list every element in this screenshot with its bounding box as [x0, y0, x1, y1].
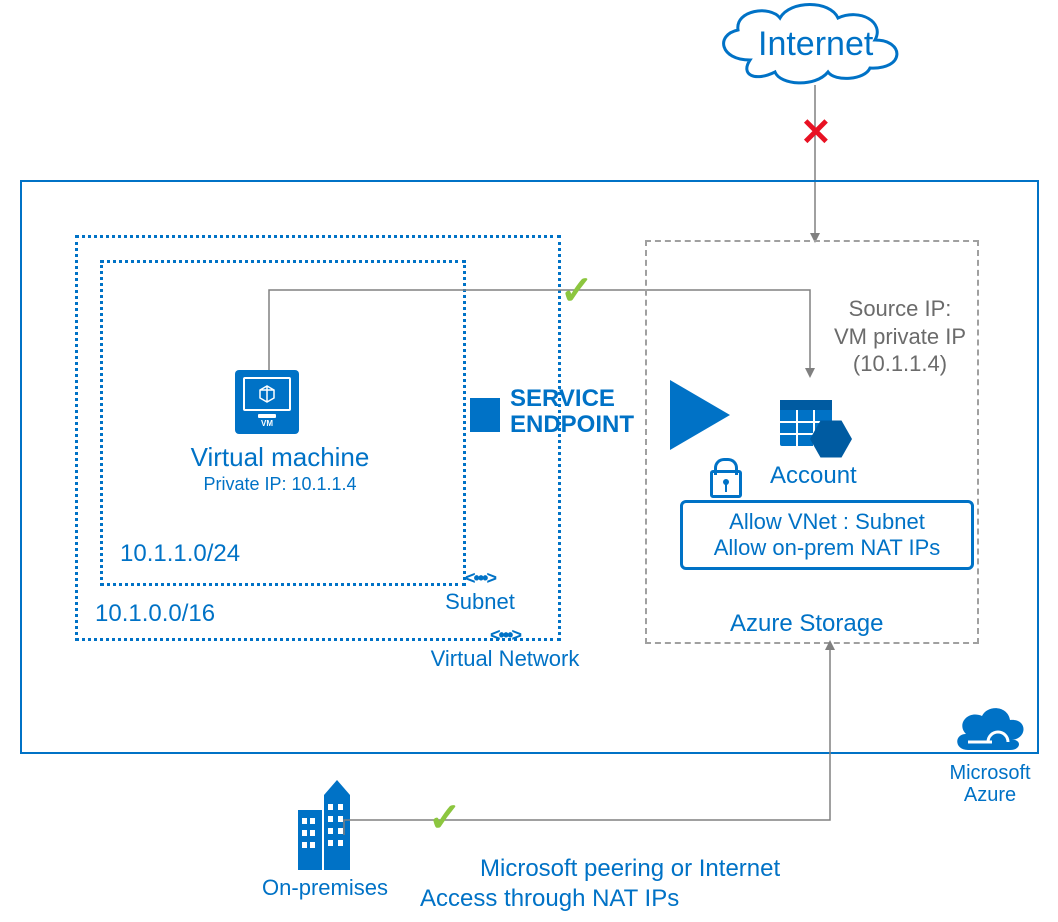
onprem-label: On-premises — [260, 875, 390, 901]
service-endpoint-l2: ENDPOINT — [510, 411, 634, 438]
peering-l1: Microsoft peering or Internet — [480, 855, 780, 882]
rule-l1: Allow VNet : Subnet — [697, 509, 957, 535]
account-label: Account — [770, 462, 857, 490]
subnet-cidr: 10.1.1.0/24 — [120, 540, 240, 568]
azure-brand-line2: Azure — [964, 784, 1016, 806]
service-endpoint-l1: SERVICE — [510, 385, 615, 412]
onprem-to-storage-line — [340, 640, 850, 840]
source-ip-l3: (10.1.1.4) — [853, 351, 947, 376]
rule-l2: Allow on-prem NAT IPs — [697, 535, 957, 561]
check-icon: ✓ — [560, 268, 594, 314]
peering-text: Microsoft peering or Internet — [480, 855, 780, 884]
cross-icon: ✕ — [800, 110, 832, 155]
source-ip-l2: VM private IP — [834, 324, 966, 349]
peering-l2: Access through NAT IPs — [420, 885, 679, 913]
subnet-icon-block: <•••> Subnet — [430, 568, 530, 615]
storage-label: Azure Storage — [730, 610, 883, 638]
storage-account-icon — [780, 400, 860, 460]
lock-icon — [710, 470, 742, 498]
vm-private-ip: Private IP: 10.1.1.4 — [180, 474, 380, 495]
source-ip-l1: Source IP: — [849, 296, 952, 321]
internet-label: Internet — [758, 25, 873, 64]
azure-brand: Microsoft Azure — [940, 700, 1040, 806]
peering-icon: <•••> — [430, 568, 530, 589]
vm-title: Virtual machine — [180, 442, 380, 473]
source-ip: Source IP: VM private IP (10.1.1.4) — [825, 295, 975, 378]
azure-brand-line1: Microsoft — [949, 762, 1030, 784]
subnet-label: Subnet — [430, 589, 530, 615]
firewall-rules: Allow VNet : Subnet Allow on-prem NAT IP… — [680, 500, 974, 570]
vnet-cidr: 10.1.0.0/16 — [95, 600, 215, 628]
internet-cloud: Internet — [700, 0, 920, 90]
check-icon: ✓ — [428, 795, 462, 841]
